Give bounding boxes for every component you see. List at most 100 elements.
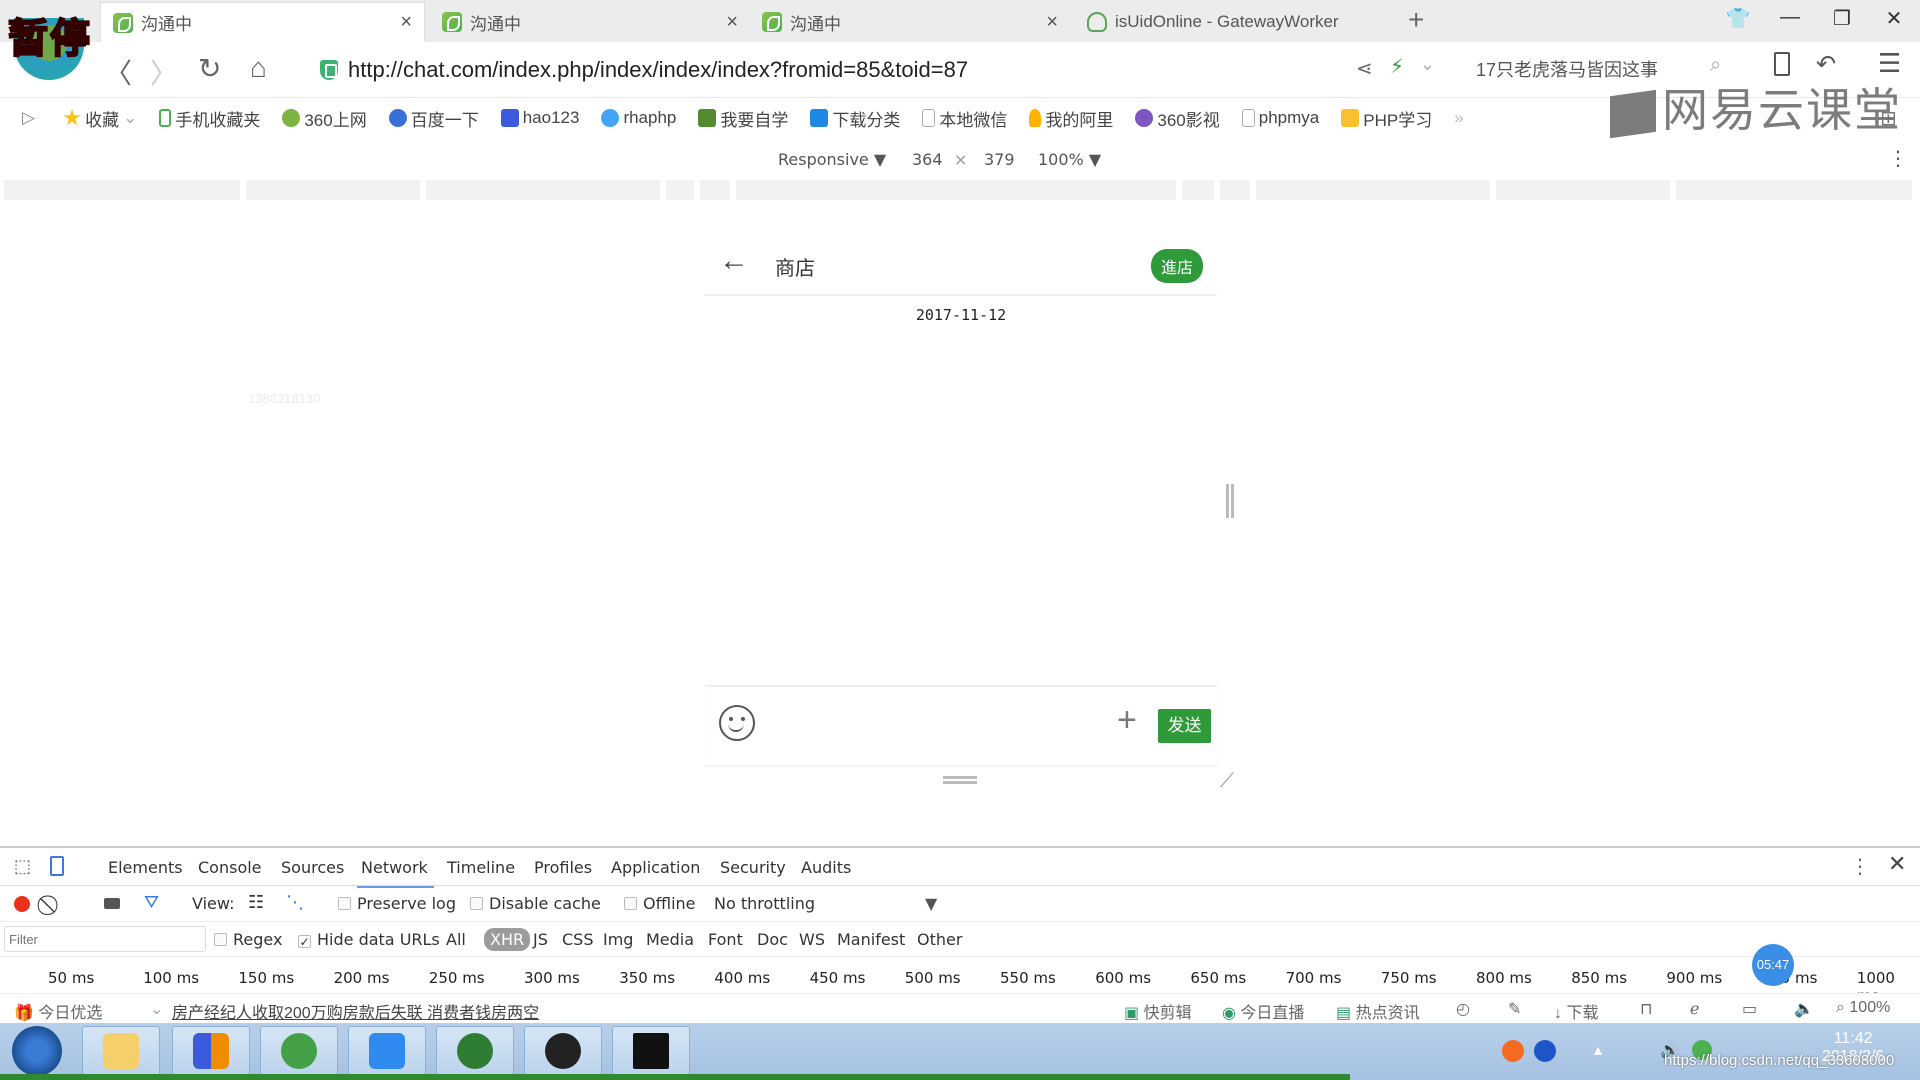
- taskbar-explorer[interactable]: [82, 1026, 160, 1076]
- tab-application[interactable]: Application: [611, 858, 700, 877]
- new-tab-button[interactable]: +: [1408, 4, 1424, 36]
- device-mode-select[interactable]: Responsive ▼: [778, 150, 886, 169]
- resize-handle-corner[interactable]: ⟋: [1220, 770, 1234, 793]
- tab-console[interactable]: Console: [198, 858, 262, 877]
- start-menu-button[interactable]: [12, 1026, 62, 1076]
- tab-chat-3[interactable]: 沟通中 ×: [750, 2, 1070, 42]
- type-filter-css[interactable]: CSS: [562, 930, 593, 949]
- bookmark-item[interactable]: 我的阿里: [1029, 106, 1113, 131]
- more-options-icon[interactable]: ⋮: [1888, 146, 1908, 170]
- device-toggle-icon[interactable]: [50, 856, 64, 876]
- bookmark-item[interactable]: rhaphp: [601, 108, 676, 128]
- share-icon[interactable]: ⋖: [1356, 56, 1373, 81]
- sound-icon[interactable]: 🔈: [1794, 999, 1814, 1019]
- chevron-icon[interactable]: ⌄: [150, 999, 163, 1019]
- preserve-log-checkbox[interactable]: Preserve log: [338, 894, 456, 913]
- capture-screenshots-icon[interactable]: [104, 898, 120, 909]
- taskbar-cmd[interactable]: [612, 1026, 690, 1076]
- mobile-icon[interactable]: [1774, 52, 1790, 76]
- bookmarks-more-button[interactable]: »: [1454, 108, 1463, 128]
- type-filter-font[interactable]: Font: [708, 930, 743, 949]
- bookmark-item[interactable]: hao123: [500, 108, 579, 128]
- translate-icon[interactable]: ⊓: [1640, 999, 1652, 1019]
- viewport-width-input[interactable]: 364: [912, 150, 943, 169]
- close-window-button[interactable]: ✕: [1874, 6, 1914, 31]
- filter-input[interactable]: [4, 926, 206, 952]
- tab-audits[interactable]: Audits: [801, 858, 851, 877]
- tab-sources[interactable]: Sources: [281, 858, 344, 877]
- restore-button[interactable]: ❐: [1822, 6, 1862, 31]
- bookmark-item[interactable]: PHP学习: [1341, 106, 1432, 131]
- viewport-height-input[interactable]: 379: [984, 150, 1015, 169]
- record-icon[interactable]: [14, 896, 30, 912]
- disable-cache-checkbox[interactable]: Disable cache: [470, 894, 601, 913]
- taskbar-phpstudy[interactable]: [172, 1026, 250, 1076]
- filter-icon[interactable]: ⛛: [144, 892, 159, 913]
- forward-button[interactable]: 〉: [150, 52, 178, 92]
- tab-gateway[interactable]: isUidOnline - GatewayWorker: [1075, 2, 1395, 42]
- help-icon[interactable]: [1534, 1040, 1556, 1062]
- bookmark-item[interactable]: 收藏 ⌄: [63, 106, 137, 131]
- bookmark-item[interactable]: 360上网: [282, 106, 367, 131]
- history-icon[interactable]: ◴: [1456, 999, 1470, 1019]
- large-rows-icon[interactable]: ☷: [248, 892, 264, 913]
- taskbar-navicat[interactable]: [436, 1026, 514, 1076]
- type-filter-manifest[interactable]: Manifest: [837, 930, 905, 949]
- news-link[interactable]: 房产经纪人收取200万购房款后失联 消费者钱房两空: [172, 999, 539, 1023]
- taskbar-browser[interactable]: [260, 1026, 338, 1076]
- send-button[interactable]: 发送: [1158, 709, 1211, 743]
- tab-close-icon[interactable]: ×: [726, 11, 738, 34]
- tab-close-icon[interactable]: ×: [400, 11, 412, 34]
- tab-security[interactable]: Security: [720, 858, 786, 877]
- tab-timeline[interactable]: Timeline: [447, 858, 515, 877]
- emoji-icon[interactable]: [719, 705, 755, 741]
- ie-mode-icon[interactable]: ℯ: [1690, 999, 1699, 1019]
- quick-edit-button[interactable]: ▣ 快剪辑: [1124, 999, 1192, 1023]
- plus-icon[interactable]: +: [1117, 701, 1137, 740]
- resize-handle-bottom[interactable]: [943, 776, 977, 784]
- address-bar[interactable]: http://chat.com/index.php/index/index/in…: [320, 54, 968, 86]
- waterfall-icon[interactable]: ⋱: [286, 892, 304, 913]
- zoom-select[interactable]: 100% ▼: [1038, 150, 1101, 169]
- tab-close-icon[interactable]: ×: [1046, 11, 1058, 34]
- tab-chat-2[interactable]: 沟通中 ×: [430, 2, 750, 42]
- bookmark-item[interactable]: 百度一下: [388, 106, 479, 131]
- lightning-icon[interactable]: ⚡: [1390, 54, 1404, 79]
- regex-checkbox[interactable]: Regex: [214, 930, 282, 949]
- tab-profiles[interactable]: Profiles: [534, 858, 592, 877]
- type-filter-media[interactable]: Media: [646, 930, 694, 949]
- hide-data-urls-checkbox[interactable]: Hide data URLs: [298, 930, 440, 949]
- back-arrow-icon[interactable]: ←: [719, 244, 749, 278]
- bookmark-item[interactable]: 手机收藏夹: [159, 106, 260, 131]
- skin-icon[interactable]: 👕: [1718, 6, 1758, 31]
- bookmark-item[interactable]: phpmya: [1241, 108, 1319, 128]
- today-pick-link[interactable]: 🎁 今日优选: [14, 999, 102, 1023]
- back-button[interactable]: 〈: [104, 52, 132, 92]
- close-devtools-icon[interactable]: ✕: [1888, 852, 1906, 877]
- offline-checkbox[interactable]: Offline: [624, 894, 696, 913]
- minimize-button[interactable]: —: [1770, 6, 1810, 29]
- pin-icon[interactable]: ✎: [1508, 999, 1521, 1019]
- devtools-menu-icon[interactable]: ⋮: [1850, 854, 1870, 878]
- sidebar-toggle-icon[interactable]: ▷: [22, 108, 35, 128]
- type-filter-ws[interactable]: WS: [799, 930, 825, 949]
- bookmark-item[interactable]: 我要自学: [698, 106, 788, 131]
- tab-elements[interactable]: Elements: [108, 858, 183, 877]
- page-zoom[interactable]: ⌕ 100%: [1836, 999, 1890, 1017]
- enter-shop-button[interactable]: 進店: [1150, 249, 1203, 283]
- sogou-ime-icon[interactable]: [1502, 1040, 1524, 1062]
- type-filter-doc[interactable]: Doc: [757, 930, 788, 949]
- type-filter-js[interactable]: JS: [533, 930, 548, 949]
- inspect-element-icon[interactable]: ⬚: [14, 856, 31, 877]
- tab-chat-1[interactable]: 沟通中 ×: [100, 2, 425, 42]
- taskbar-wps[interactable]: [348, 1026, 426, 1076]
- bookmark-item[interactable]: 本地微信: [922, 106, 1007, 131]
- apps-grid-icon[interactable]: ⊞: [1880, 106, 1897, 131]
- hot-news-button[interactable]: ▤ 热点资讯: [1336, 999, 1420, 1023]
- window-icon[interactable]: ▭: [1742, 999, 1757, 1019]
- chevron-down-icon[interactable]: ⌄: [1420, 54, 1435, 75]
- home-button[interactable]: ⌂: [250, 52, 267, 84]
- tab-network[interactable]: Network: [357, 858, 434, 888]
- type-filter-img[interactable]: Img: [603, 930, 633, 949]
- type-filter-other[interactable]: Other: [917, 930, 962, 949]
